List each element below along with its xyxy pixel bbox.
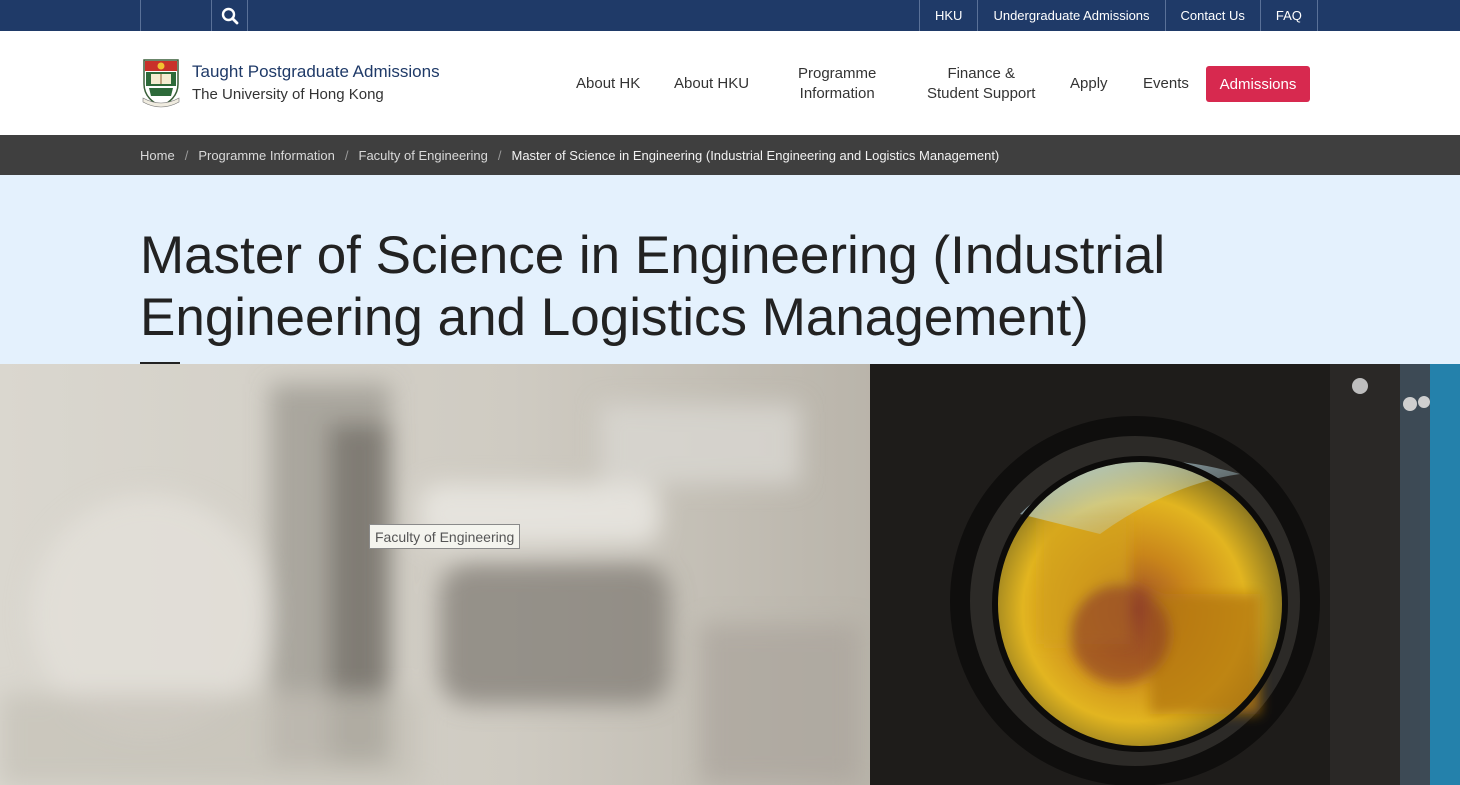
admissions-button[interactable]: Admissions xyxy=(1206,66,1310,102)
hero-photo-lens xyxy=(0,364,1460,785)
top-links: HKU Undergraduate Admissions Contact Us … xyxy=(919,0,1318,31)
title-band: Master of Science in Engineering (Indust… xyxy=(0,175,1460,364)
nav-programme-line-1: Programme xyxy=(798,65,877,82)
breadcrumb: Home / Programme Information / Faculty o… xyxy=(140,135,999,175)
brand-subtitle: The University of Hong Kong xyxy=(192,86,384,103)
nav-finance-line-1: Finance & xyxy=(947,65,1015,82)
hero-image xyxy=(0,364,1460,785)
breadcrumb-current: Master of Science in Engineering (Indust… xyxy=(511,147,1000,163)
brand-title[interactable]: Taught Postgraduate Admissions xyxy=(192,62,440,82)
breadcrumb-separator: / xyxy=(344,147,349,163)
nav-apply[interactable]: Apply xyxy=(1070,74,1108,94)
topbar-divider xyxy=(247,0,248,31)
nav-about-hku[interactable]: About HKU xyxy=(674,74,749,94)
search-button[interactable] xyxy=(212,0,247,31)
nav-finance-student-support[interactable]: Finance & Student Support xyxy=(927,64,1035,104)
page-title: Master of Science in Engineering (Indust… xyxy=(140,226,1166,347)
top-link-undergraduate-admissions[interactable]: Undergraduate Admissions xyxy=(977,0,1164,31)
nav-about-hk[interactable]: About HK xyxy=(576,74,640,94)
nav-programme-line-2: Information xyxy=(799,85,875,102)
search-icon xyxy=(221,7,238,24)
breadcrumb-programme-information[interactable]: Programme Information xyxy=(198,148,335,163)
nav-events[interactable]: Events xyxy=(1143,74,1189,94)
top-link-hku[interactable]: HKU xyxy=(919,0,977,31)
top-utility-bar: HKU Undergraduate Admissions Contact Us … xyxy=(0,0,1460,31)
breadcrumb-bar: Home / Programme Information / Faculty o… xyxy=(0,135,1460,175)
breadcrumb-home[interactable]: Home xyxy=(140,148,175,163)
breadcrumb-separator: / xyxy=(497,147,502,163)
top-link-contact-us[interactable]: Contact Us xyxy=(1164,0,1260,31)
top-link-faq[interactable]: FAQ xyxy=(1259,0,1318,31)
topbar-divider xyxy=(140,0,141,31)
hero-tooltip: Faculty of Engineering xyxy=(369,524,521,549)
nav-finance-line-2: Student Support xyxy=(927,85,1036,102)
breadcrumb-faculty-of-engineering[interactable]: Faculty of Engineering xyxy=(359,148,488,163)
hku-crest-icon[interactable] xyxy=(141,58,181,108)
nav-programme-information[interactable]: Programme Information xyxy=(798,64,876,104)
site-header: Taught Postgraduate Admissions The Unive… xyxy=(0,31,1460,135)
breadcrumb-separator: / xyxy=(184,147,189,163)
